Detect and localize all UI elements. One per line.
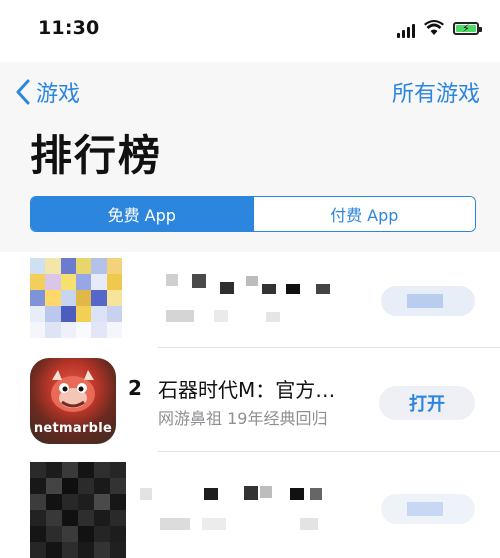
app-name-pixelated: [166, 274, 366, 296]
app-icon-pixelated: [30, 462, 126, 558]
status-time: 11:30: [38, 17, 100, 39]
app-icon-brand: netmarble: [33, 421, 113, 436]
app-subtitle: 网游鼻祖 19年经典回归: [158, 409, 328, 428]
app-rank: 2: [128, 376, 142, 400]
row-divider: [158, 451, 500, 452]
list-item[interactable]: [0, 252, 500, 352]
back-button[interactable]: 游戏: [14, 76, 80, 108]
list-item[interactable]: [0, 456, 500, 558]
open-button[interactable]: 打开: [379, 386, 475, 420]
status-bar: 11:30 ⚡: [0, 0, 500, 62]
segmented-control: 免费 App 付费 App: [30, 196, 476, 232]
chevron-left-icon: [16, 79, 30, 105]
app-icon-pixelated: [30, 258, 122, 338]
wifi-icon: [424, 20, 444, 35]
page-title: 排行榜: [30, 131, 163, 180]
tab-paid-apps[interactable]: 付费 App: [252, 197, 475, 231]
all-games-link[interactable]: 所有游戏: [392, 76, 480, 108]
app-subtitle-pixelated: [140, 516, 360, 532]
signal-icon: [397, 24, 415, 38]
app-name[interactable]: 石器时代M：官方…: [158, 374, 335, 403]
get-button-pixelated[interactable]: [381, 286, 475, 316]
tab-free-apps[interactable]: 免费 App: [31, 197, 253, 231]
app-subtitle-pixelated: [166, 308, 366, 324]
app-icon[interactable]: netmarble: [30, 358, 116, 444]
app-name-pixelated: [140, 484, 360, 506]
row-divider: [158, 347, 500, 348]
battery-icon: ⚡: [453, 22, 482, 35]
back-label: 游戏: [36, 82, 81, 107]
get-button-pixelated[interactable]: [381, 494, 475, 524]
dragon-mascot-icon: [51, 370, 95, 412]
